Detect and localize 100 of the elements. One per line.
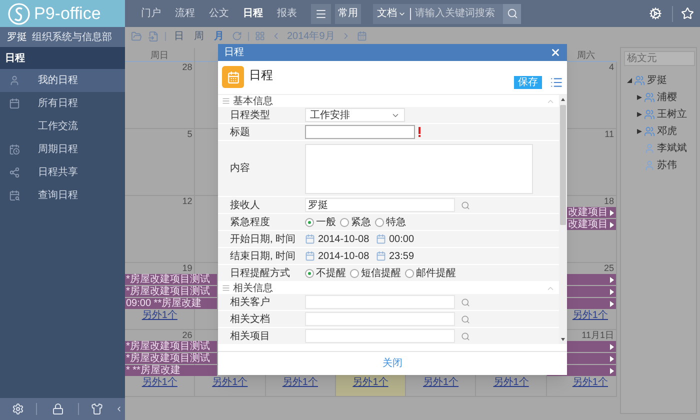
sidebar-item[interactable]: 日程共享 xyxy=(0,161,125,184)
nav-tab[interactable]: 门户 xyxy=(135,2,167,24)
lookup-field[interactable] xyxy=(305,329,455,343)
settings-icon[interactable] xyxy=(12,403,24,415)
content-textarea[interactable] xyxy=(305,144,533,194)
tree-item[interactable]: 邓虎 xyxy=(657,124,677,139)
folder-icon[interactable] xyxy=(131,30,142,42)
radio-option[interactable]: 邮件提醒 xyxy=(405,266,456,280)
event-bar[interactable]: 09:00 **房屋改建 xyxy=(125,298,217,309)
calendar-icon[interactable] xyxy=(376,234,386,244)
search-icon[interactable] xyxy=(461,314,470,324)
section-header[interactable]: 基本信息 xyxy=(218,95,559,107)
star-icon[interactable] xyxy=(681,7,694,20)
sidebar-item[interactable]: 查询日程 xyxy=(0,184,125,207)
event-bar[interactable]: *房屋改建项目测试 xyxy=(125,286,217,297)
search-scope-dropdown[interactable]: 文档 xyxy=(373,4,410,24)
sidebar-item-icon xyxy=(9,98,20,109)
more-link[interactable]: 另外1个 xyxy=(352,377,388,389)
event-bar[interactable]: *房屋改建项目测试 xyxy=(125,353,217,364)
menu-button[interactable] xyxy=(311,4,331,24)
list-icon[interactable] xyxy=(550,76,563,89)
section-title: 相关信息 xyxy=(233,282,274,296)
radio-button[interactable] xyxy=(375,218,384,226)
tree-item[interactable]: 罗挺 xyxy=(647,73,667,88)
tree-item[interactable]: 苏伟 xyxy=(657,158,677,173)
search-icon[interactable] xyxy=(461,298,470,306)
nav-tab[interactable]: 日程 xyxy=(237,2,269,24)
common-button[interactable]: 常用 xyxy=(335,4,361,24)
sidebar-item[interactable]: 我的日程 xyxy=(0,69,125,92)
more-link[interactable]: 另外1个 xyxy=(572,310,608,322)
dialog-heading: 日程 xyxy=(249,67,273,84)
search-icon[interactable] xyxy=(461,200,470,210)
tree-item[interactable]: 李斌斌 xyxy=(657,141,687,156)
radio-button[interactable] xyxy=(405,268,414,278)
radio-option[interactable]: 短信提醒 xyxy=(350,266,401,280)
close-icon[interactable] xyxy=(550,47,561,58)
lookup-field[interactable] xyxy=(305,312,455,326)
time-value[interactable]: 23:59 xyxy=(389,248,414,264)
nav-tab[interactable]: 流程 xyxy=(169,2,201,24)
sidebar-item[interactable]: 所有日程 xyxy=(0,92,125,115)
more-link[interactable]: 另外1个 xyxy=(493,377,529,389)
more-link[interactable]: 另外1个 xyxy=(572,377,608,389)
grid-icon[interactable] xyxy=(255,31,265,41)
more-link[interactable]: 另外1个 xyxy=(282,377,318,389)
refresh-icon[interactable] xyxy=(232,31,242,41)
section-title: 日程 xyxy=(5,52,25,66)
radio-option[interactable]: 不提醒 xyxy=(305,266,346,280)
sidebar-item[interactable]: 周期日程 xyxy=(0,138,125,161)
lookup-field[interactable] xyxy=(305,295,455,309)
tree-item[interactable]: 王树立 xyxy=(657,107,687,122)
radio-option[interactable]: 特急 xyxy=(375,214,406,230)
radio-option[interactable]: 紧急 xyxy=(340,214,371,230)
more-link[interactable]: 另外1个 xyxy=(212,377,248,389)
nav-tab[interactable]: 公文 xyxy=(203,2,235,24)
tree-item[interactable]: 浦樱 xyxy=(657,90,677,105)
view-tab[interactable]: 日 xyxy=(172,28,186,44)
more-link[interactable]: 另外1个 xyxy=(142,377,178,389)
event-bar[interactable]: * **房屋改建 xyxy=(125,365,217,376)
field-label: 标题 xyxy=(230,126,250,140)
group-icon xyxy=(644,92,655,103)
type-select[interactable]: 工作安排 xyxy=(305,108,405,122)
section-header[interactable]: 相关信息 xyxy=(218,282,559,294)
radio-button[interactable] xyxy=(350,268,359,278)
search-button[interactable] xyxy=(503,4,521,24)
calendar-icon[interactable] xyxy=(356,31,367,41)
lock-icon[interactable] xyxy=(52,403,64,415)
field-label: 接收人 xyxy=(230,198,260,212)
lookup-field[interactable]: 罗挺 xyxy=(305,198,455,212)
calendar-icon[interactable] xyxy=(376,251,386,261)
radio-option[interactable]: 一般 xyxy=(305,214,336,230)
calendar-icon[interactable] xyxy=(305,234,315,244)
search-field[interactable]: 请输入关键词搜索 xyxy=(411,4,503,24)
close-button[interactable]: 关闭 xyxy=(382,356,402,371)
collapse-icon[interactable] xyxy=(115,405,123,413)
expander-icon[interactable] xyxy=(637,112,642,117)
radio-button[interactable] xyxy=(305,268,314,278)
event-bar[interactable]: *房屋改建项目测试 xyxy=(125,341,217,352)
import-icon[interactable] xyxy=(148,30,159,42)
more-link[interactable]: 另外1个 xyxy=(142,310,178,322)
field-label: 开始日期, 时间 xyxy=(230,232,296,246)
more-link[interactable]: 另外1个 xyxy=(423,377,459,389)
event-bar[interactable]: *房屋改建项目测试 xyxy=(125,274,217,285)
expander-icon[interactable] xyxy=(637,129,642,134)
people-search-field[interactable]: 杨文元 xyxy=(624,51,695,66)
date-value[interactable]: 2014-10-08 xyxy=(318,232,373,246)
expander-icon[interactable] xyxy=(637,95,642,100)
date-value[interactable]: 2014-10-08 xyxy=(318,248,373,264)
calendar-icon[interactable] xyxy=(305,251,315,261)
search-icon[interactable] xyxy=(461,332,470,340)
save-button[interactable]: 保存 xyxy=(514,76,542,89)
shirt-icon[interactable] xyxy=(91,403,103,415)
expander-icon[interactable] xyxy=(627,78,632,83)
radio-button[interactable] xyxy=(305,218,314,226)
nav-tab[interactable]: 报表 xyxy=(271,2,303,24)
radio-button[interactable] xyxy=(340,218,349,226)
time-value[interactable]: 00:00 xyxy=(389,232,414,246)
view-tab[interactable]: 周 xyxy=(192,28,206,44)
title-input[interactable] xyxy=(305,125,415,139)
sidebar-item[interactable]: 工作交流 xyxy=(0,115,125,138)
date-number: 11 xyxy=(604,129,614,140)
